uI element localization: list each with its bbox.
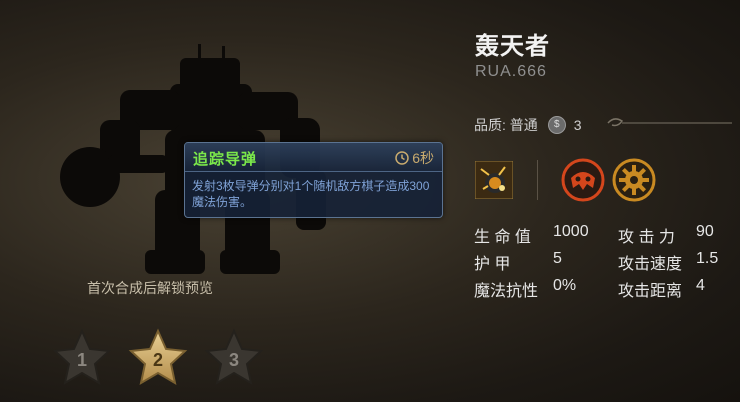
quality-label: 品质: 普通 — [474, 117, 538, 133]
stat-mr-value: 0% — [553, 277, 577, 294]
skill-description: 发射3枚导弹分别对1个随机敌方棋子造成300魔法伤害。 — [192, 179, 430, 209]
stat-armor-label: 护 甲 — [474, 256, 511, 273]
stat-atkspd-value: 1.5 — [696, 250, 719, 267]
skill-tooltip-header: 追踪导弹 6秒 — [185, 143, 442, 172]
stat-atkspd-label: 攻击速度 — [618, 256, 683, 273]
star-level-3-label: 3 — [229, 350, 239, 370]
stat-hp-label: 生 命 值 — [474, 229, 531, 246]
stat-mr-label: 魔法抗性 — [474, 283, 539, 300]
star-level-2-button[interactable]: 2 — [128, 328, 188, 388]
unit-name: 轰天者 — [475, 33, 550, 60]
skill-name: 追踪导弹 — [193, 151, 258, 168]
icon-divider — [537, 160, 538, 200]
stat-range-label: 攻击距离 — [618, 283, 683, 300]
stat-armor-value: 5 — [553, 250, 562, 267]
unit-code: RUA.666 — [475, 63, 547, 80]
star-level-2-label: 2 — [153, 350, 163, 370]
quality-cost: 3 — [573, 117, 582, 133]
stat-hp-value: 1000 — [553, 223, 589, 240]
mech-helmet-icon[interactable] — [561, 158, 605, 202]
unlock-hint: 首次合成后解锁预览 — [87, 280, 213, 296]
coin-icon: $ — [547, 116, 566, 134]
quality-bar-ornament — [607, 118, 732, 127]
star-level-1-button[interactable]: 1 — [52, 328, 112, 388]
star-level-1-label: 1 — [77, 350, 87, 370]
skill-cooldown: 6秒 — [395, 148, 434, 168]
gear-icon[interactable] — [612, 158, 656, 202]
stat-atk-value: 90 — [696, 223, 714, 240]
clock-icon — [395, 151, 409, 165]
skill-tooltip: 追踪导弹 6秒 发射3枚导弹分别对1个随机敌方棋子造成300魔法伤害。 — [184, 142, 443, 218]
quality-row: 品质: 普通 $ 3 — [474, 115, 582, 135]
star-level-3-button[interactable]: 3 — [204, 328, 264, 388]
stat-range-value: 4 — [696, 277, 705, 294]
skill-cooldown-text: 6秒 — [412, 150, 434, 166]
stat-atk-label: 攻 击 力 — [618, 229, 675, 246]
missile-bomb-icon[interactable] — [475, 161, 513, 199]
